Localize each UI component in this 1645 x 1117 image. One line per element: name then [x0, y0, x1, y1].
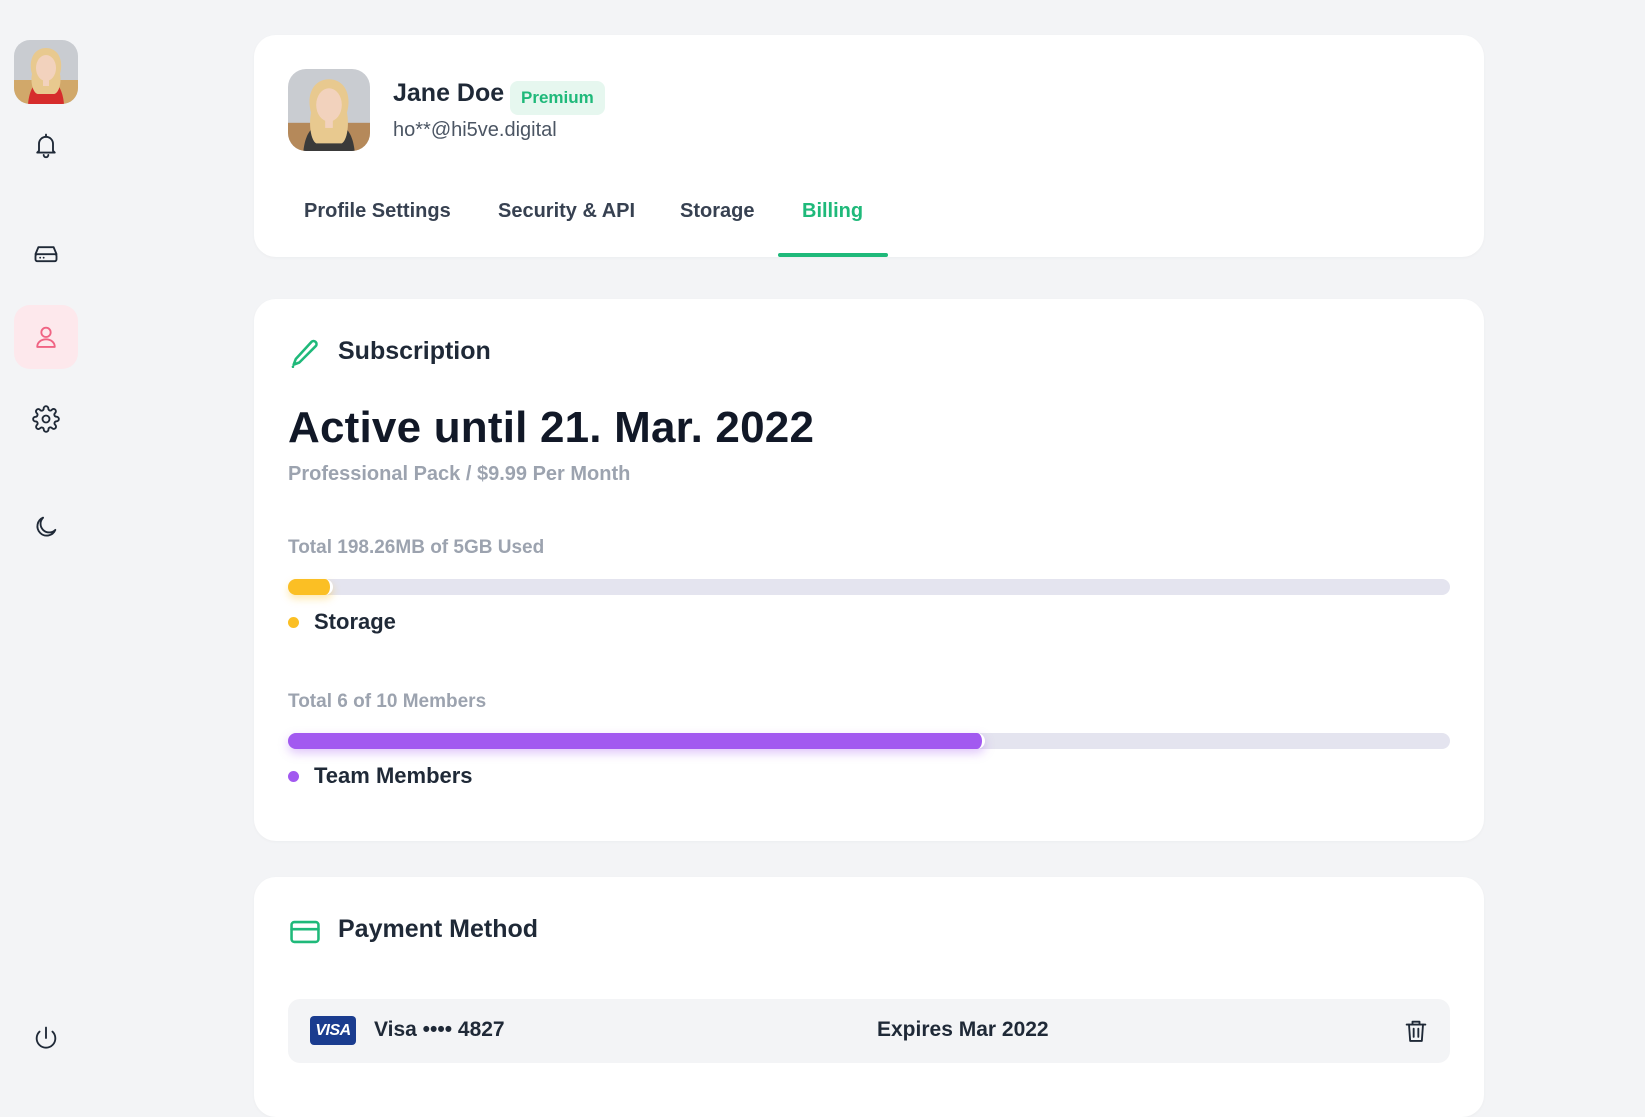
storage-legend-label: Storage — [314, 609, 396, 634]
storage-legend-dot — [288, 616, 299, 628]
subscription-plan: Professional Pack / $9.99 Per Month — [288, 463, 631, 485]
avatar-icon — [14, 40, 78, 104]
avatar — [288, 69, 370, 151]
credit-card-icon — [290, 920, 320, 944]
profile-header-card: Jane Doe Premium ho**@hi5ve.digital Prof… — [254, 35, 1484, 257]
visa-logo-icon: VISA — [310, 1016, 356, 1045]
pencil-icon — [291, 339, 318, 369]
sidebar-item-notifications[interactable] — [14, 113, 78, 177]
trash-icon[interactable] — [1402, 1017, 1430, 1045]
sidebar-item-storage[interactable] — [14, 221, 78, 285]
tab-bar: Profile Settings Security & API Storage … — [254, 190, 1484, 257]
storage-progress-bar — [288, 579, 1450, 595]
moon-icon — [36, 516, 57, 537]
tab-security-api[interactable]: Security & API — [498, 190, 635, 257]
sidebar-item-profile[interactable] — [14, 305, 78, 369]
storage-progress-fill — [288, 579, 334, 595]
card-expiry: Expires Mar 2022 — [877, 1018, 1049, 1041]
hard-drive-icon — [34, 246, 58, 263]
bell-icon — [36, 133, 56, 159]
storage-usage-label: Total 198.26MB of 5GB Used — [288, 537, 545, 558]
subscription-title: Subscription — [338, 337, 491, 365]
members-progress-bar — [288, 733, 1450, 749]
card-number: Visa •••• 4827 — [374, 1018, 505, 1041]
avatar-icon — [288, 69, 370, 151]
payment-card-row[interactable]: VISA Visa •••• 4827 Expires Mar 2022 — [288, 999, 1450, 1063]
subscription-card: Subscription Active until 21. Mar. 2022 … — [254, 299, 1484, 841]
subscription-status: Active until 21. Mar. 2022 — [288, 403, 815, 452]
tab-billing[interactable]: Billing — [802, 190, 863, 257]
user-icon — [36, 326, 56, 348]
members-progress-fill — [288, 733, 986, 749]
sidebar-item-dark-mode[interactable] — [14, 495, 78, 559]
members-legend-dot — [288, 770, 299, 782]
payment-method-title: Payment Method — [338, 915, 539, 943]
power-icon — [35, 1026, 57, 1049]
profile-email: ho**@hi5ve.digital — [393, 119, 557, 141]
active-tab-indicator — [778, 253, 888, 257]
sidebar-avatar[interactable] — [14, 40, 78, 104]
profile-name: Jane Doe — [393, 79, 505, 107]
gear-icon — [32, 405, 60, 433]
tab-storage[interactable]: Storage — [680, 190, 754, 257]
tab-profile-settings[interactable]: Profile Settings — [304, 190, 451, 257]
sidebar — [0, 0, 92, 1080]
premium-badge: Premium — [510, 81, 605, 115]
members-legend-label: Team Members — [314, 763, 473, 788]
sidebar-item-logout[interactable] — [14, 1006, 78, 1070]
sidebar-item-settings[interactable] — [14, 387, 78, 451]
storage-legend: Storage — [288, 609, 396, 635]
members-usage-label: Total 6 of 10 Members — [288, 691, 487, 712]
members-legend: Team Members — [288, 763, 473, 789]
payment-method-card: Payment Method VISA Visa •••• 4827 Expir… — [254, 877, 1484, 1117]
